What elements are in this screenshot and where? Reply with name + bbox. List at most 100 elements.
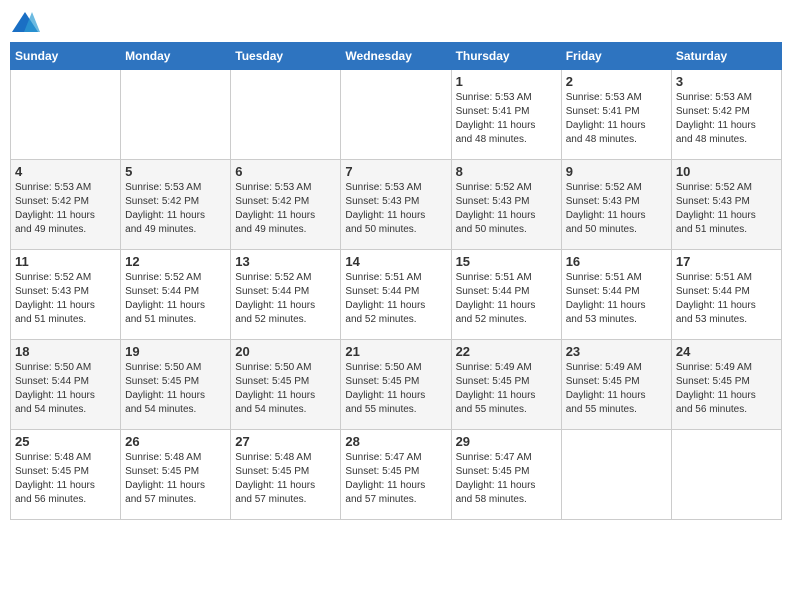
- day-info: Sunrise: 5:48 AM Sunset: 5:45 PM Dayligh…: [15, 451, 116, 507]
- day-info: Sunrise: 5:53 AM Sunset: 5:43 PM Dayligh…: [345, 181, 446, 237]
- day-info: Sunrise: 5:50 AM Sunset: 5:44 PM Dayligh…: [15, 361, 116, 417]
- day-number: 6: [235, 164, 336, 179]
- calendar-cell: 5Sunrise: 5:53 AM Sunset: 5:42 PM Daylig…: [121, 160, 231, 250]
- calendar-cell: 25Sunrise: 5:48 AM Sunset: 5:45 PM Dayli…: [11, 430, 121, 520]
- calendar-cell: 3 Sunrise: 5:53 AM Sunset: 5:42 PM Daylig…: [671, 70, 781, 160]
- calendar-cell: 7 Sunrise: 5:53 AM Sunset: 5:43 PM Daylig…: [341, 160, 451, 250]
- calendar-cell: 18 Sunrise: 5:50 AM Sunset: 5:44 PM Dayli…: [11, 340, 121, 430]
- calendar-cell: 10 Sunrise: 5:52 AM Sunset: 5:43 PM Dayli…: [671, 160, 781, 250]
- calendar-table: SundayMondayTuesdayWednesdayThursdayFrid…: [10, 42, 782, 520]
- calendar-cell: 22 Sunrise: 5:49 AM Sunset: 5:45 PM Dayli…: [451, 340, 561, 430]
- day-info: Sunrise: 5:47 AM Sunset: 5:45 PM Dayligh…: [456, 451, 557, 507]
- calendar-week-row: 1 Sunrise: 5:53 AM Sunset: 5:41 PM Daylig…: [11, 70, 782, 160]
- day-info: Sunrise: 5:53 AM Sunset: 5:42 PM Dayligh…: [235, 181, 336, 237]
- weekday-header-thursday: Thursday: [451, 43, 561, 70]
- day-info: Sunrise: 5:52 AM Sunset: 5:43 PM Dayligh…: [15, 271, 116, 327]
- calendar-cell: 8Sunrise: 5:52 AM Sunset: 5:43 PM Daylig…: [451, 160, 561, 250]
- weekday-header-friday: Friday: [561, 43, 671, 70]
- calendar-header: SundayMondayTuesdayWednesdayThursdayFrid…: [11, 43, 782, 70]
- day-number: 21: [345, 344, 446, 359]
- day-info: Sunrise: 5:49 AM Sunset: 5:45 PM Dayligh…: [566, 361, 667, 417]
- calendar-cell: 17 Sunrise: 5:51 AM Sunset: 5:44 PM Dayli…: [671, 250, 781, 340]
- day-info: Sunrise: 5:49 AM Sunset: 5:45 PM Dayligh…: [456, 361, 557, 417]
- day-number: 19: [125, 344, 226, 359]
- day-info: Sunrise: 5:53 AM Sunset: 5:42 PM Dayligh…: [15, 181, 116, 237]
- day-info: Sunrise: 5:51 AM Sunset: 5:44 PM Dayligh…: [456, 271, 557, 327]
- calendar-week-row: 11 Sunrise: 5:52 AM Sunset: 5:43 PM Dayli…: [11, 250, 782, 340]
- weekday-header-wednesday: Wednesday: [341, 43, 451, 70]
- day-number: 7: [345, 164, 446, 179]
- day-info: Sunrise: 5:48 AM Sunset: 5:45 PM Dayligh…: [125, 451, 226, 507]
- calendar-cell: [341, 70, 451, 160]
- day-number: 26: [125, 434, 226, 449]
- calendar-body: 1 Sunrise: 5:53 AM Sunset: 5:41 PM Daylig…: [11, 70, 782, 520]
- day-info: Sunrise: 5:52 AM Sunset: 5:43 PM Dayligh…: [566, 181, 667, 237]
- day-number: 13: [235, 254, 336, 269]
- calendar-cell: 16 Sunrise: 5:51 AM Sunset: 5:44 PM Dayli…: [561, 250, 671, 340]
- calendar-cell: [671, 430, 781, 520]
- weekday-header-saturday: Saturday: [671, 43, 781, 70]
- day-info: Sunrise: 5:51 AM Sunset: 5:44 PM Dayligh…: [566, 271, 667, 327]
- day-info: Sunrise: 5:50 AM Sunset: 5:45 PM Dayligh…: [345, 361, 446, 417]
- day-number: 22: [456, 344, 557, 359]
- calendar-cell: 15 Sunrise: 5:51 AM Sunset: 5:44 PM Dayli…: [451, 250, 561, 340]
- logo: [10, 10, 44, 34]
- calendar-cell: 19 Sunrise: 5:50 AM Sunset: 5:45 PM Dayli…: [121, 340, 231, 430]
- day-number: 2: [566, 74, 667, 89]
- calendar-cell: 11 Sunrise: 5:52 AM Sunset: 5:43 PM Dayli…: [11, 250, 121, 340]
- day-info: Sunrise: 5:50 AM Sunset: 5:45 PM Dayligh…: [125, 361, 226, 417]
- day-info: Sunrise: 5:52 AM Sunset: 5:44 PM Dayligh…: [125, 271, 226, 327]
- day-info: Sunrise: 5:52 AM Sunset: 5:44 PM Dayligh…: [235, 271, 336, 327]
- day-number: 11: [15, 254, 116, 269]
- day-number: 16: [566, 254, 667, 269]
- calendar-cell: 21 Sunrise: 5:50 AM Sunset: 5:45 PM Dayli…: [341, 340, 451, 430]
- day-info: Sunrise: 5:53 AM Sunset: 5:41 PM Dayligh…: [456, 91, 557, 147]
- calendar-cell: 1 Sunrise: 5:53 AM Sunset: 5:41 PM Daylig…: [451, 70, 561, 160]
- calendar-cell: 20 Sunrise: 5:50 AM Sunset: 5:45 PM Dayli…: [231, 340, 341, 430]
- calendar-cell: 28 Sunrise: 5:47 AM Sunset: 5:45 PM Dayli…: [341, 430, 451, 520]
- calendar-cell: [231, 70, 341, 160]
- calendar-week-row: 18 Sunrise: 5:50 AM Sunset: 5:44 PM Dayli…: [11, 340, 782, 430]
- day-info: Sunrise: 5:47 AM Sunset: 5:45 PM Dayligh…: [345, 451, 446, 507]
- logo-icon: [10, 10, 40, 34]
- day-number: 3: [676, 74, 777, 89]
- day-number: 28: [345, 434, 446, 449]
- day-number: 1: [456, 74, 557, 89]
- day-number: 20: [235, 344, 336, 359]
- day-number: 17: [676, 254, 777, 269]
- day-number: 4: [15, 164, 116, 179]
- day-number: 15: [456, 254, 557, 269]
- day-info: Sunrise: 5:52 AM Sunset: 5:43 PM Dayligh…: [676, 181, 777, 237]
- day-info: Sunrise: 5:53 AM Sunset: 5:42 PM Dayligh…: [676, 91, 777, 147]
- day-number: 23: [566, 344, 667, 359]
- weekday-header-tuesday: Tuesday: [231, 43, 341, 70]
- calendar-cell: 23 Sunrise: 5:49 AM Sunset: 5:45 PM Dayli…: [561, 340, 671, 430]
- day-info: Sunrise: 5:51 AM Sunset: 5:44 PM Dayligh…: [345, 271, 446, 327]
- day-number: 14: [345, 254, 446, 269]
- day-number: 8: [456, 164, 557, 179]
- day-number: 29: [456, 434, 557, 449]
- calendar-week-row: 25Sunrise: 5:48 AM Sunset: 5:45 PM Dayli…: [11, 430, 782, 520]
- calendar-cell: [121, 70, 231, 160]
- calendar-cell: [561, 430, 671, 520]
- day-number: 27: [235, 434, 336, 449]
- day-number: 9: [566, 164, 667, 179]
- calendar-cell: 24 Sunrise: 5:49 AM Sunset: 5:45 PM Dayli…: [671, 340, 781, 430]
- day-info: Sunrise: 5:51 AM Sunset: 5:44 PM Dayligh…: [676, 271, 777, 327]
- calendar-cell: 26 Sunrise: 5:48 AM Sunset: 5:45 PM Dayli…: [121, 430, 231, 520]
- calendar-cell: 2Sunrise: 5:53 AM Sunset: 5:41 PM Daylig…: [561, 70, 671, 160]
- day-number: 18: [15, 344, 116, 359]
- calendar-cell: 27Sunrise: 5:48 AM Sunset: 5:45 PM Dayli…: [231, 430, 341, 520]
- day-number: 24: [676, 344, 777, 359]
- day-info: Sunrise: 5:50 AM Sunset: 5:45 PM Dayligh…: [235, 361, 336, 417]
- header: [10, 10, 782, 34]
- calendar-cell: 6 Sunrise: 5:53 AM Sunset: 5:42 PM Daylig…: [231, 160, 341, 250]
- calendar-cell: 9 Sunrise: 5:52 AM Sunset: 5:43 PM Daylig…: [561, 160, 671, 250]
- calendar-cell: 13 Sunrise: 5:52 AM Sunset: 5:44 PM Dayli…: [231, 250, 341, 340]
- weekday-header-sunday: Sunday: [11, 43, 121, 70]
- day-number: 10: [676, 164, 777, 179]
- weekday-header-monday: Monday: [121, 43, 231, 70]
- day-info: Sunrise: 5:49 AM Sunset: 5:45 PM Dayligh…: [676, 361, 777, 417]
- calendar-cell: 29 Sunrise: 5:47 AM Sunset: 5:45 PM Dayli…: [451, 430, 561, 520]
- calendar-cell: 4 Sunrise: 5:53 AM Sunset: 5:42 PM Daylig…: [11, 160, 121, 250]
